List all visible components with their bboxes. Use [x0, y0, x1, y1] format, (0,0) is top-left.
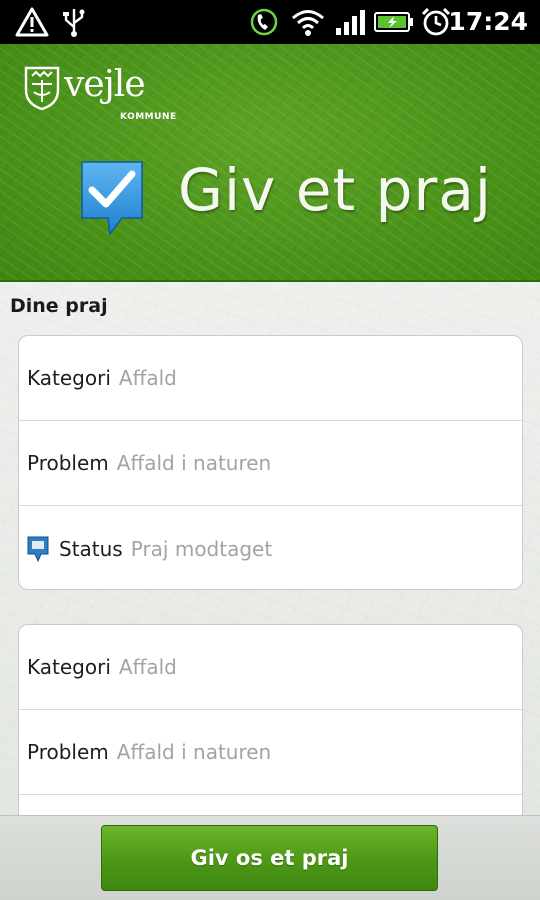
category-label: Kategori [27, 655, 111, 679]
clock-time: 17:24 [448, 7, 528, 36]
problem-value: Affald i naturen [116, 740, 272, 764]
status-row: Status Praj modtaget [19, 506, 522, 589]
status-marker-icon [27, 536, 49, 562]
wifi-icon [290, 6, 326, 38]
status-label: Status [59, 536, 123, 561]
signal-icon [334, 6, 368, 38]
problem-label: Problem [27, 451, 109, 475]
section-title: Dine praj [10, 295, 108, 317]
battery-charging-icon [374, 6, 414, 38]
checkmark-speech-bubble-icon [81, 161, 143, 236]
logo-subtitle: KOMMUNE [120, 112, 177, 122]
sync-phone-icon [248, 6, 280, 38]
alarm-clock-icon [420, 6, 452, 38]
problem-label: Problem [27, 740, 109, 764]
category-row: Kategori Affald [19, 336, 522, 421]
bottom-action-bar: Giv os et praj [0, 815, 540, 900]
app-header: vejle KOMMUNE Giv et praj [0, 44, 540, 282]
app-title: Giv et praj [178, 156, 492, 224]
category-label: Kategori [27, 366, 111, 390]
vejle-kommune-logo: vejle KOMMUNE [24, 64, 177, 128]
category-row: Kategori Affald [19, 625, 522, 710]
praj-list-area[interactable]: Dine praj Kategori Affald Problem Affald… [0, 282, 540, 900]
usb-icon [60, 6, 88, 38]
problem-row: Problem Affald i naturen [19, 421, 522, 506]
warning-icon [14, 6, 50, 38]
crest-icon [24, 66, 60, 110]
status-bar: 17:24 [0, 0, 540, 44]
problem-value: Affald i naturen [116, 451, 272, 475]
problem-row: Problem Affald i naturen [19, 710, 522, 795]
category-value: Affald [118, 366, 177, 390]
give-praj-button[interactable]: Giv os et praj [101, 825, 438, 891]
logo-name: vejle [64, 64, 146, 105]
status-value: Praj modtaget [130, 536, 273, 561]
praj-card[interactable]: Kategori Affald Problem Affald i naturen… [18, 335, 523, 590]
category-value: Affald [118, 655, 177, 679]
